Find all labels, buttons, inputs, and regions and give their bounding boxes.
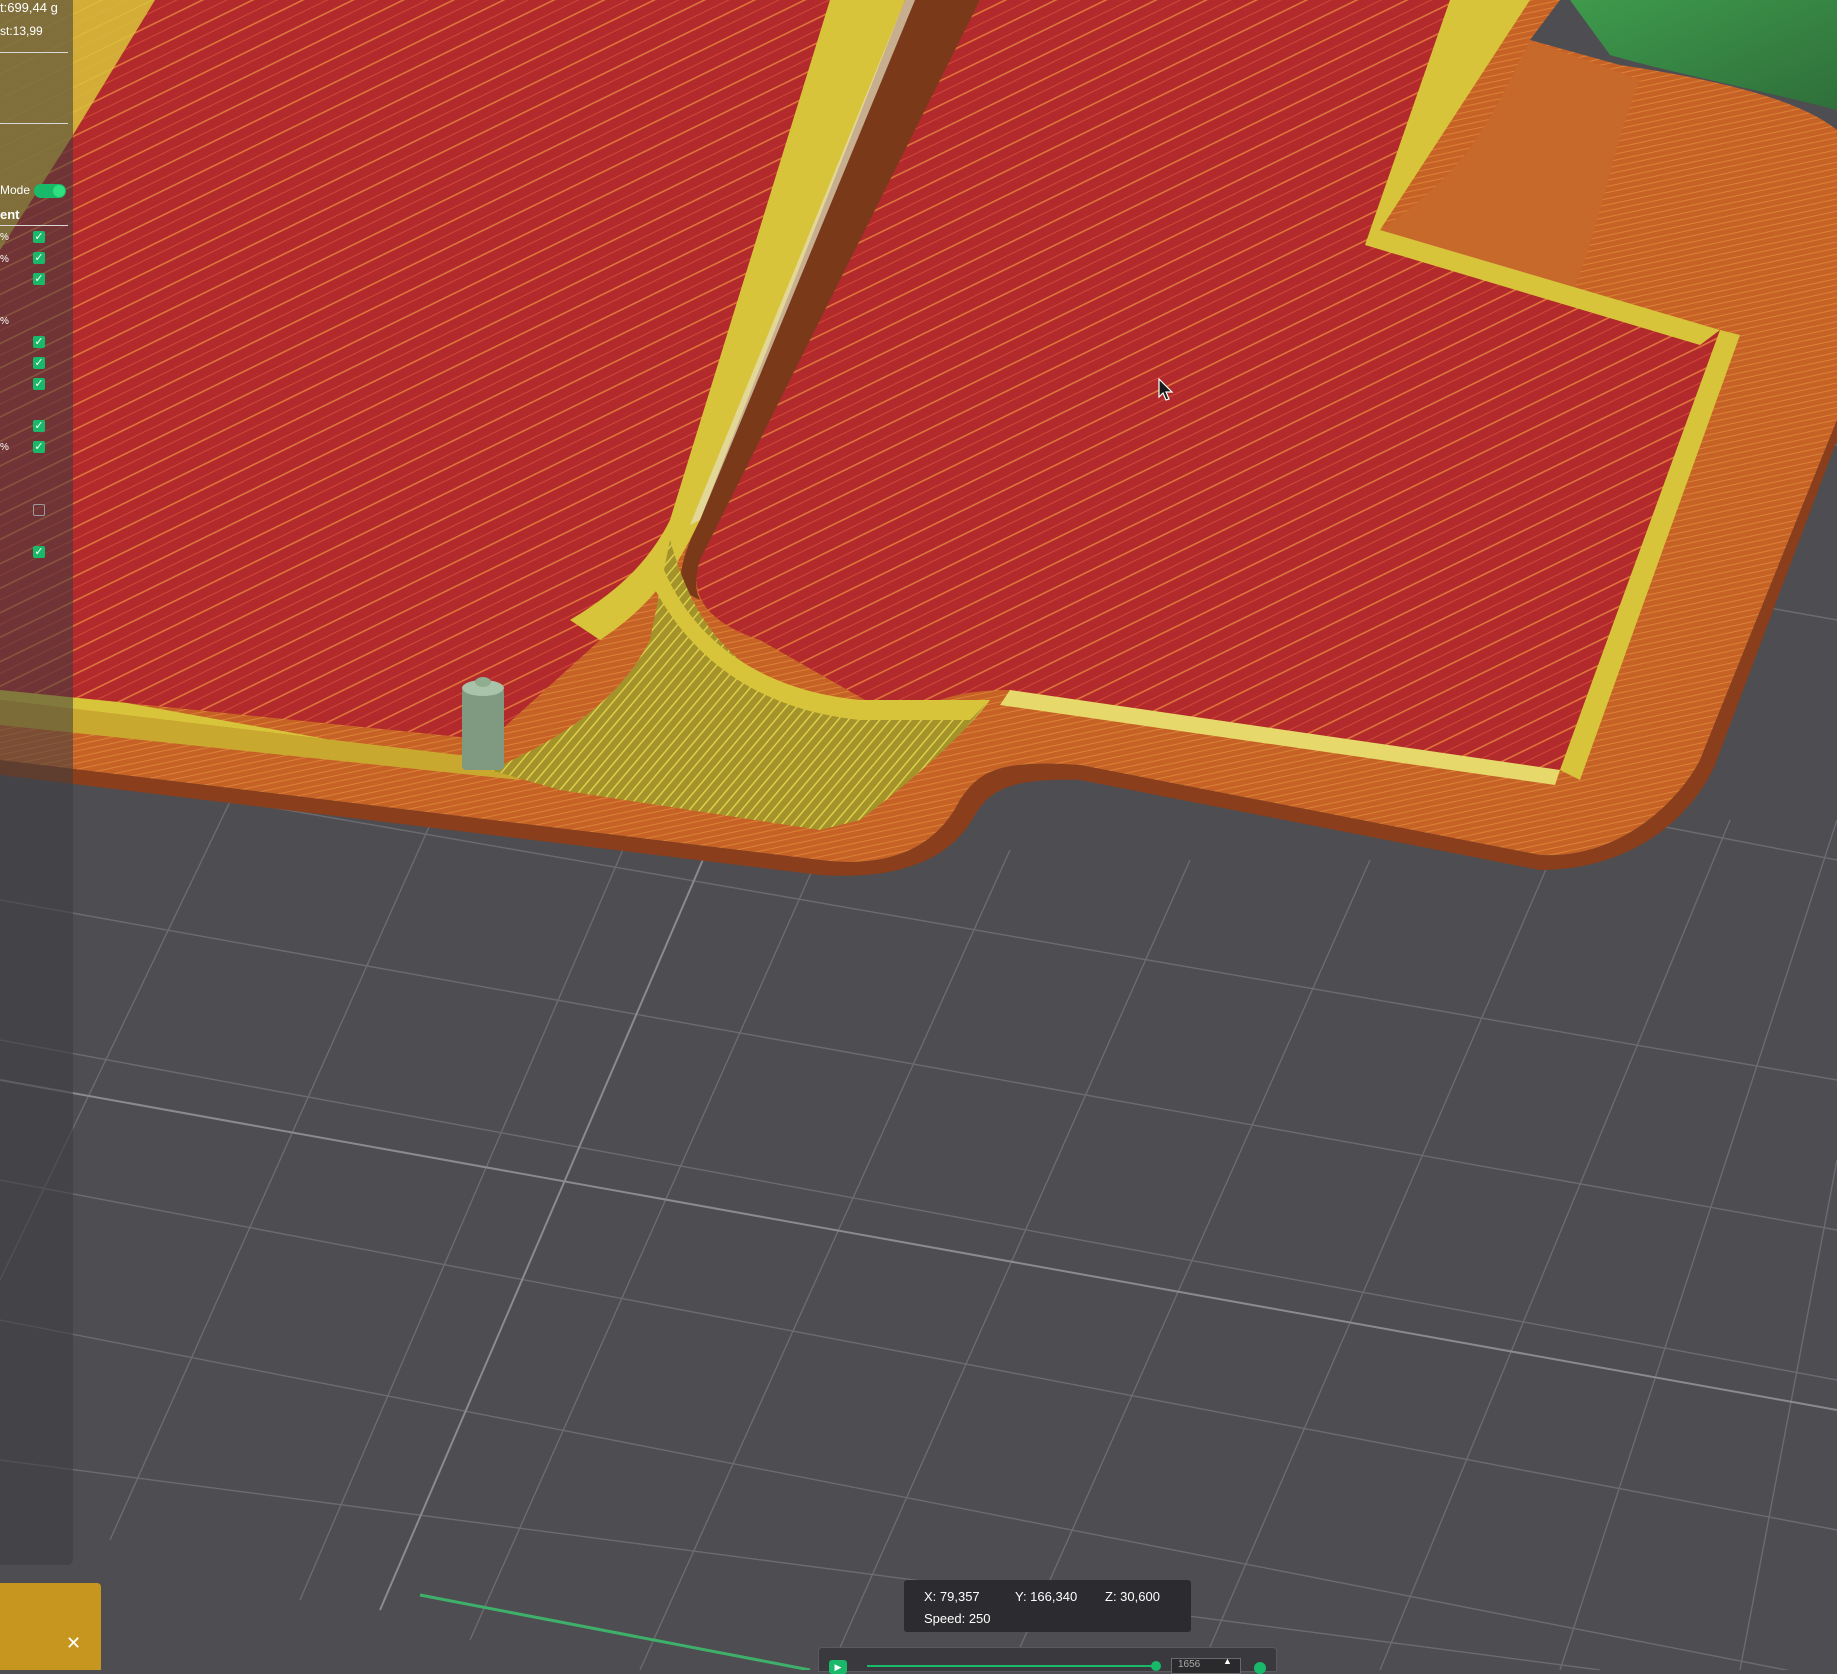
divider <box>0 225 68 226</box>
visibility-checkbox[interactable]: ✓ <box>33 231 45 243</box>
coord-y: Y: 166,340 <box>1015 1589 1078 1604</box>
section-header: ent <box>0 207 20 222</box>
close-icon[interactable]: ✕ <box>66 1633 81 1654</box>
filament-cost: st:13,99 <box>0 24 43 38</box>
settings-icon[interactable] <box>1254 1662 1266 1674</box>
percent-label: % <box>0 232 9 243</box>
play-icon[interactable]: ▶ <box>829 1660 847 1674</box>
visibility-checkbox[interactable]: ✓ <box>33 336 45 348</box>
coord-z: Z: 30,600 <box>1105 1589 1160 1604</box>
coordinate-readout: X: 79,357 Y: 166,340 Z: 30,600 Speed: 25… <box>904 1580 1191 1632</box>
divider <box>0 123 68 124</box>
notification-toast: ✕ <box>0 1583 101 1670</box>
slider-track[interactable] <box>867 1665 1157 1667</box>
mode-label: Mode <box>0 183 31 197</box>
visibility-checkbox[interactable]: ✓ <box>33 357 45 369</box>
legend-panel: t:699,44 g st:13,99 Mode ent % % % % ✓ ✓… <box>0 0 73 1565</box>
coord-x: X: 79,357 <box>924 1589 980 1604</box>
percent-label: % <box>0 316 9 327</box>
speed-value: Speed: 250 <box>924 1611 991 1626</box>
divider <box>0 52 68 53</box>
mouse-cursor-icon <box>1158 378 1174 401</box>
wipe-tower <box>462 677 504 770</box>
visibility-checkbox[interactable]: ✓ <box>33 252 45 264</box>
filament-weight: t:699,44 g <box>0 0 58 15</box>
3d-preview-viewport[interactable] <box>0 0 1837 1670</box>
move-slider: ▶ 1656 ▲ <box>818 1647 1277 1674</box>
visibility-checkbox[interactable]: ✓ <box>33 378 45 390</box>
percent-label: % <box>0 442 9 453</box>
arrow-up-icon[interactable]: ▲ <box>1223 1656 1232 1666</box>
visibility-checkbox[interactable] <box>33 504 45 516</box>
visibility-checkbox[interactable]: ✓ <box>33 273 45 285</box>
mode-toggle[interactable] <box>34 184 66 198</box>
percent-label: % <box>0 254 9 265</box>
visibility-checkbox[interactable]: ✓ <box>33 441 45 453</box>
visibility-checkbox[interactable]: ✓ <box>33 420 45 432</box>
visibility-checkbox[interactable]: ✓ <box>33 546 45 558</box>
